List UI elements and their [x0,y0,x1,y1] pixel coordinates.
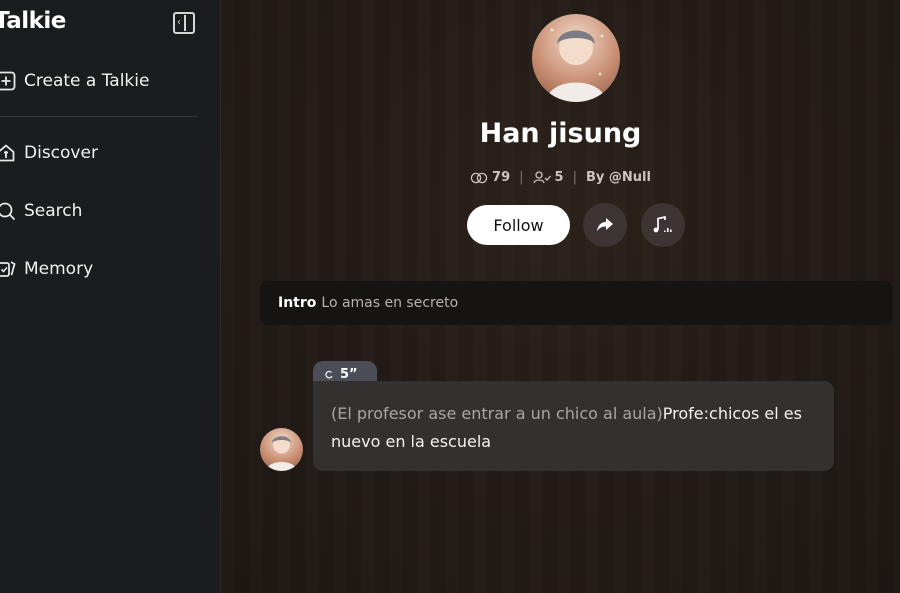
chats-stat: 79 [470,170,510,185]
music-button[interactable] [641,203,685,247]
app-logo[interactable]: Talkie [0,8,66,34]
intro-label: Intro [278,295,317,311]
sidebar-item-create-talkie[interactable]: Create a Talkie [0,66,149,96]
cards-icon [0,259,16,279]
share-button[interactable] [583,203,627,247]
sidebar: Talkie ‹ Create a Talkie Discover Search… [0,0,221,593]
loading-spinner-icon [325,370,333,379]
message-narration: (El profesor ase entrar a un chico al au… [331,404,663,423]
stat-separator: | [572,170,577,185]
sidebar-item-label: Discover [24,143,98,163]
voice-duration: 5” [340,367,358,382]
sidebar-item-label: Create a Talkie [24,71,150,91]
followers-count: 5 [554,170,564,185]
chat-main: Han jisung 79 | 5 | By @Null Follow Intr… [221,0,900,593]
followers-stat: 5 [532,170,564,185]
message-bubble: (El profesor ase entrar a un chico al au… [313,381,834,471]
character-name: Han jisung [479,118,642,149]
intro-text: Lo amas en secreto [321,295,459,311]
stat-separator: | [519,170,524,185]
plus-square-icon [0,71,16,91]
followers-icon [532,171,551,184]
music-note-icon [653,216,672,233]
sidebar-collapse-icon[interactable]: ‹ [173,12,195,34]
sidebar-item-discover[interactable]: Discover [0,138,98,168]
follow-button[interactable]: Follow [467,205,570,245]
chats-count: 79 [492,170,511,185]
chat-bubbles-icon [470,172,488,183]
message-avatar[interactable] [260,428,303,471]
sidebar-item-search[interactable]: Search [0,196,82,226]
share-arrow-icon [597,218,613,232]
search-icon [0,201,16,221]
sidebar-item-label: Memory [24,259,94,279]
character-avatar[interactable] [532,14,620,102]
home-t-icon [0,143,16,163]
sidebar-item-memory[interactable]: Memory [0,254,93,284]
intro-banner: Intro Lo amas en secreto [260,281,893,325]
sidebar-divider [0,116,197,117]
sidebar-item-label: Search [24,201,83,221]
author-link[interactable]: By @Null [586,170,651,185]
character-stats: 79 | 5 | By @Null [221,170,900,185]
